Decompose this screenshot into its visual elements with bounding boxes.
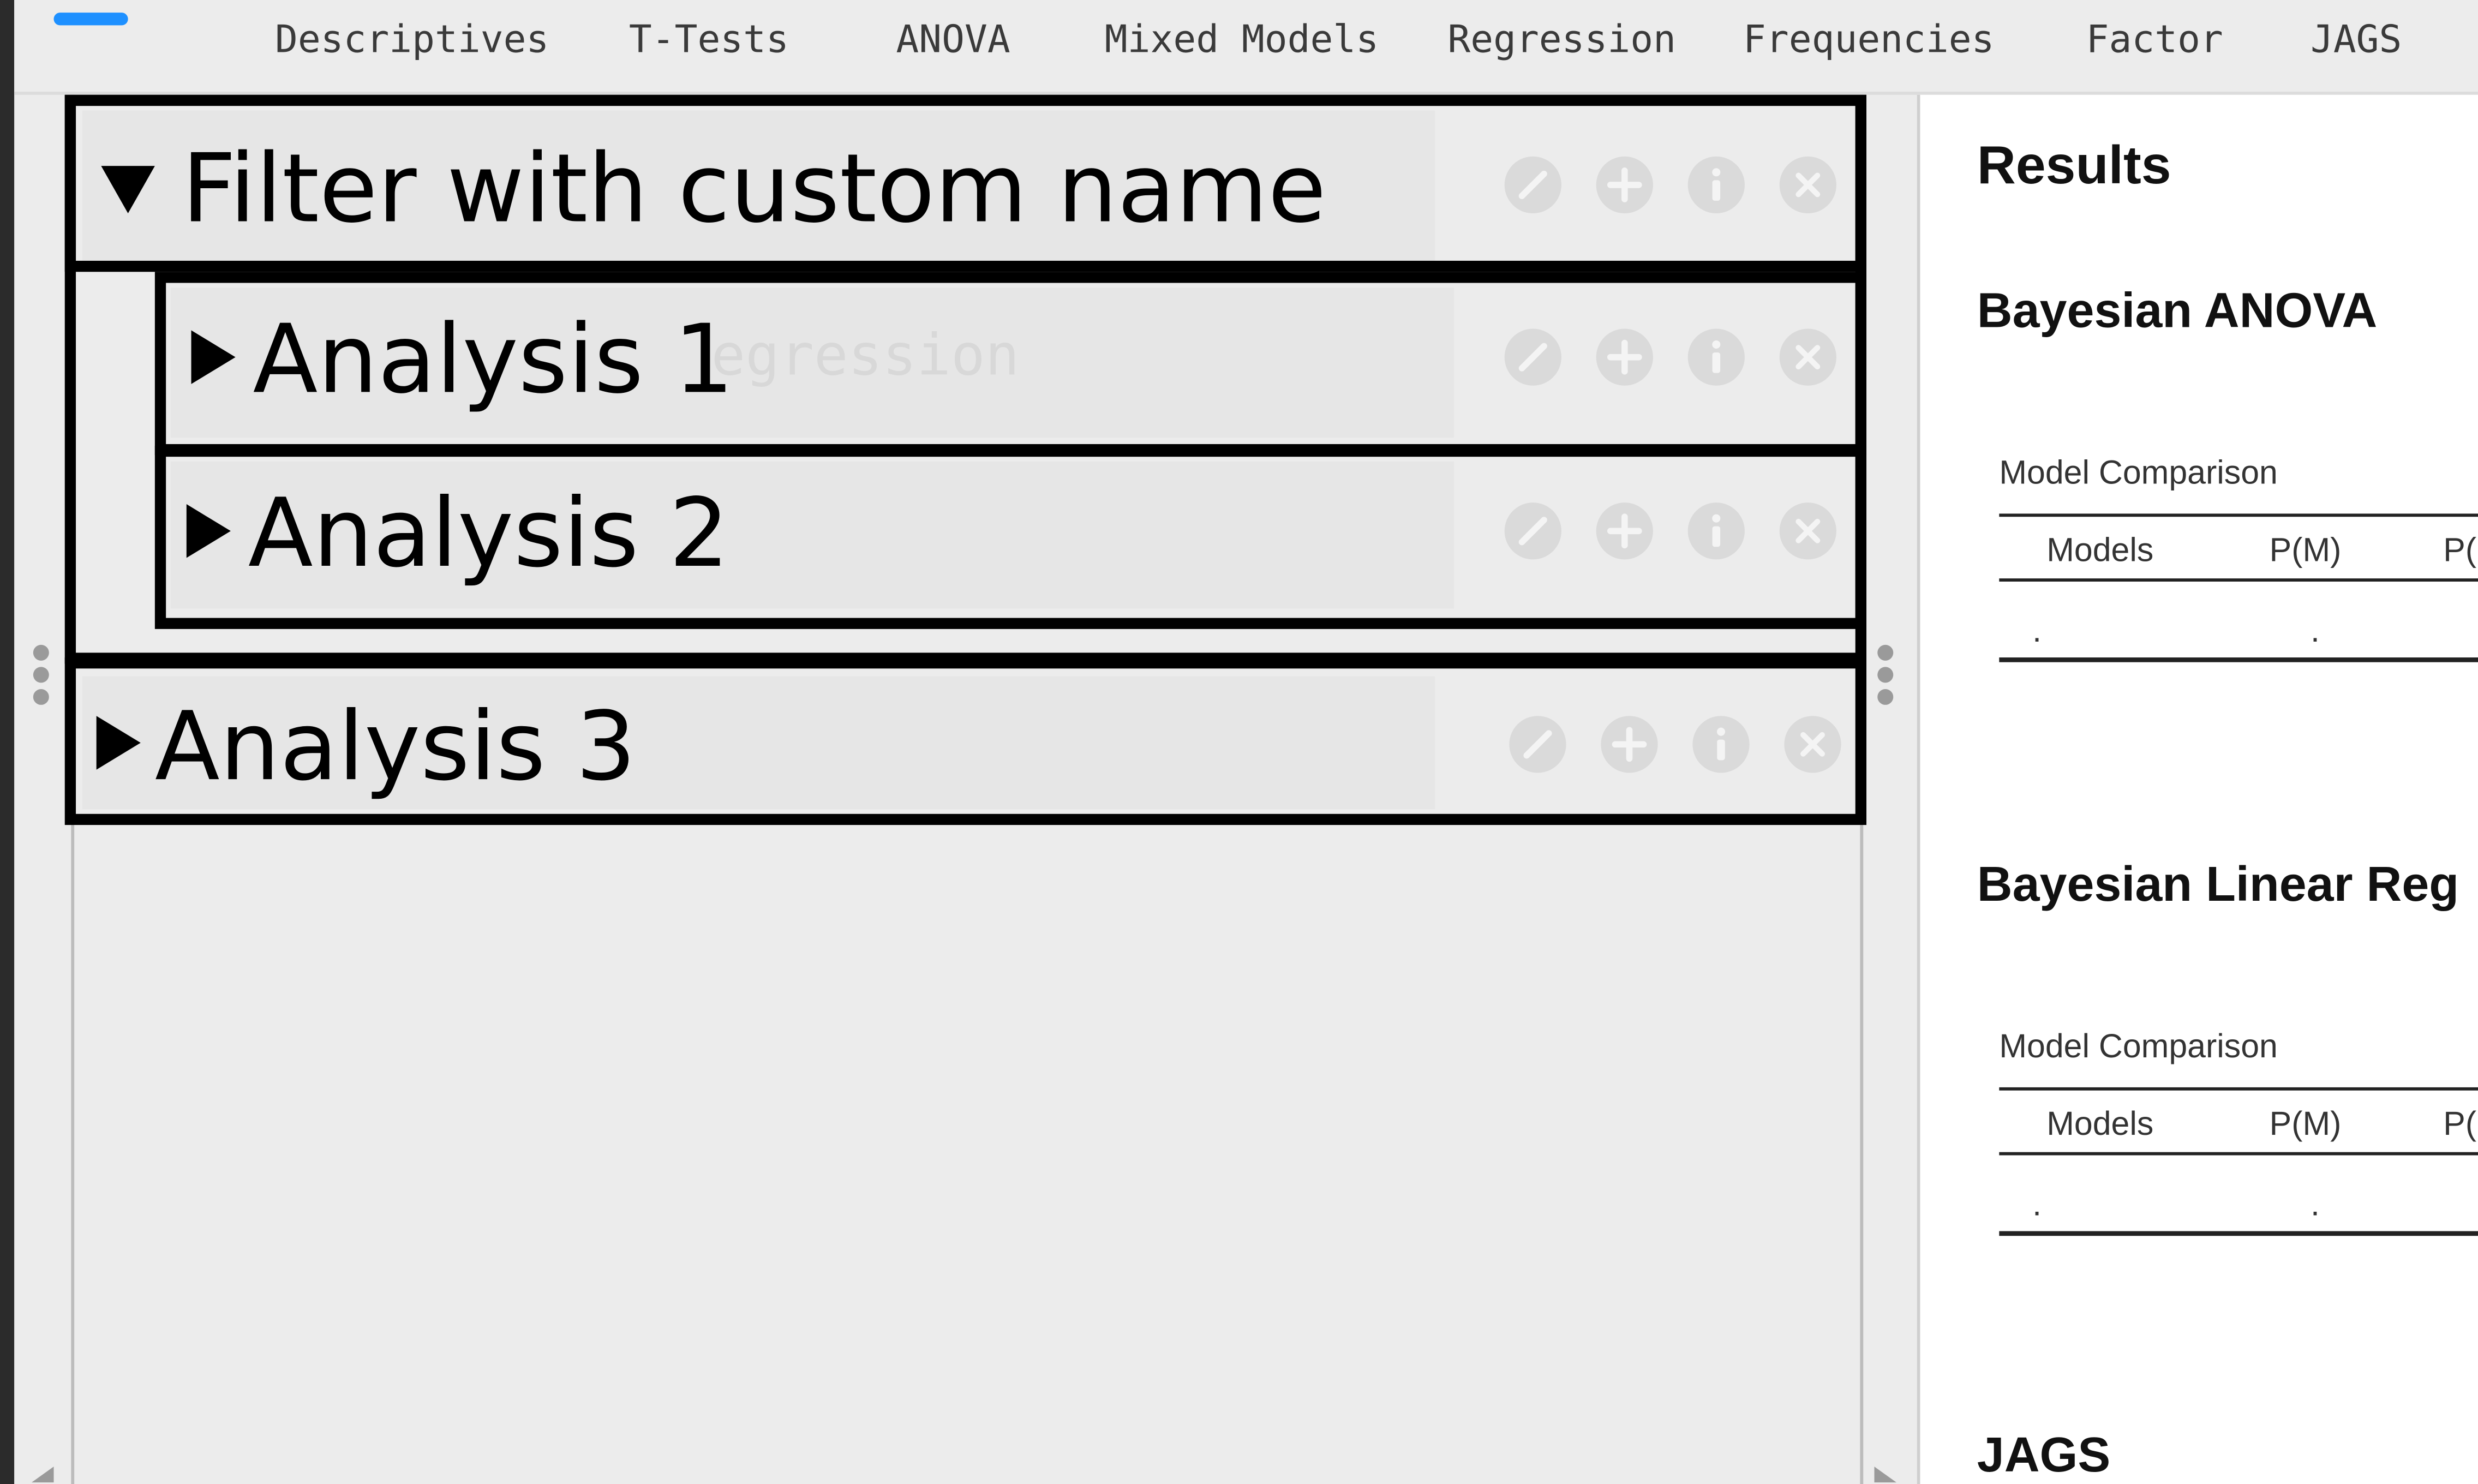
plus-circle-icon[interactable] [1596,156,1653,214]
close-circle-icon[interactable] [1779,502,1836,560]
table-caption: Model Comparison [1999,1028,2278,1066]
table-bottom-rule [1999,1231,2478,1236]
scroll-left-arrow-icon[interactable] [31,1467,54,1483]
expand-triangle-icon[interactable] [191,330,236,384]
section-title[interactable]: JAGS [1977,1427,2111,1484]
ribbon-tab-jags[interactable]: JAGS [2311,16,2402,63]
table-header-rule [1999,1152,2478,1156]
plus-circle-icon[interactable] [1596,328,1653,386]
grip-dot [1877,644,1894,661]
grip-dot [33,667,49,683]
analysis-1-title[interactable]: Analysis 1 [253,300,734,420]
pencil-icon[interactable] [1504,502,1561,560]
window-left-edge [0,0,15,1484]
expand-triangle-icon[interactable] [186,504,231,558]
table-header-cell: P(M) [2269,1106,2342,1143]
ribbon-tab-frequencies[interactable]: Frequencies [1743,16,1994,63]
results-heading: Results [1977,136,2171,196]
table-cell: . [2310,1187,2320,1224]
grip-dot [1877,689,1894,705]
table-cell: . [2032,613,2042,650]
table-caption: Model Comparison [1999,455,2278,492]
info-icon[interactable] [1687,328,1745,386]
section-title[interactable]: Bayesian Linear Reg [1977,857,2459,913]
ribbon-tab-factor[interactable]: Factor [2086,16,2223,63]
grip-dot [33,689,49,705]
pencil-icon[interactable] [1504,328,1561,386]
analysis-3-title[interactable]: Analysis 3 [155,687,636,807]
table-top-rule [1999,513,2478,517]
scroll-right-arrow-icon[interactable] [1874,1467,1897,1483]
pencil-icon[interactable] [1504,156,1561,214]
close-circle-icon[interactable] [1779,156,1836,214]
right-splitter-handle[interactable] [1871,629,1900,724]
app-window: Descriptives T-Tests ANOVA Mixed Models … [0,0,2478,1484]
ribbon-accent-bar [53,13,128,26]
ribbon-tab-regression[interactable]: Regression [1447,16,1676,63]
table-header-cell: P( [2443,1106,2477,1143]
info-icon[interactable] [1687,502,1745,560]
table-bottom-rule [1999,657,2478,662]
info-icon[interactable] [1692,716,1750,773]
ribbon-tab-anova[interactable]: ANOVA [896,16,1010,63]
expand-triangle-icon[interactable] [96,716,141,770]
pencil-icon[interactable] [1509,716,1566,773]
table-header-cell: Models [2046,532,2154,569]
table-header-rule [1999,578,2478,582]
table-header-cell: P(M) [2269,532,2342,569]
analysis-2-title[interactable]: Analysis 2 [248,474,729,594]
section-title[interactable]: Bayesian ANOVA [1977,283,2378,340]
table-header-cell: Models [2046,1106,2154,1143]
filter-title[interactable]: Filter with custom name [182,130,1326,250]
left-splitter-handle[interactable] [27,629,55,724]
table-top-rule [1999,1087,2478,1091]
table-header-cell: P( [2443,532,2477,569]
collapse-triangle-icon[interactable] [101,166,155,214]
analysis-1-ghost-title: egression [711,324,1020,389]
grip-dot [33,644,49,661]
plus-circle-icon[interactable] [1601,716,1658,773]
ribbon-tab-mixed-models[interactable]: Mixed Models [1105,16,1379,63]
close-circle-icon[interactable] [1779,328,1836,386]
ribbon-tab-t-tests[interactable]: T-Tests [629,16,789,63]
table-cell: . [2032,1187,2042,1224]
table-cell: . [2310,613,2320,650]
grip-dot [1877,667,1894,683]
close-circle-icon[interactable] [1784,716,1841,773]
plus-circle-icon[interactable] [1596,502,1653,560]
ribbon-tab-descriptives[interactable]: Descriptives [275,16,549,63]
info-icon[interactable] [1687,156,1745,214]
